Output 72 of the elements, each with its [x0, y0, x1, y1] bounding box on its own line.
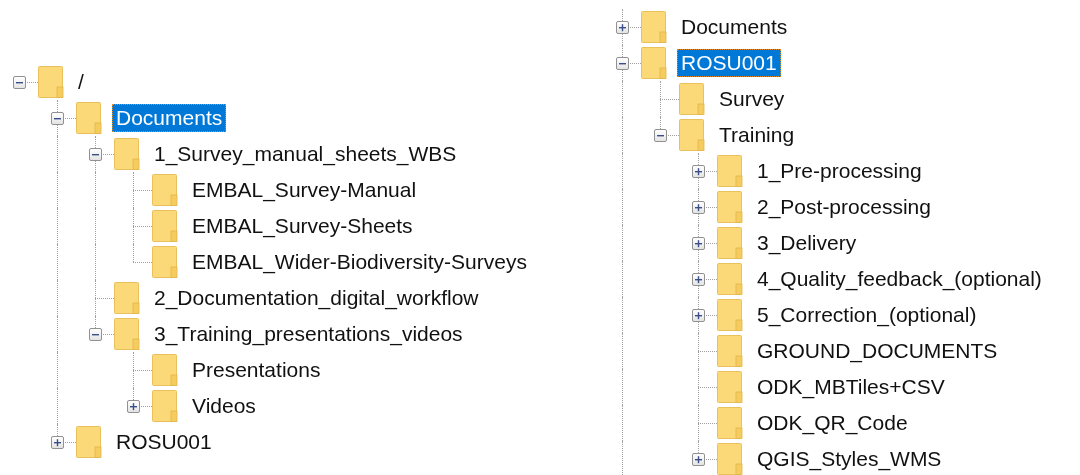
plus-icon	[693, 310, 703, 320]
folder-icon	[38, 66, 64, 98]
tree-item[interactable]: Training	[715, 121, 799, 149]
tree-item[interactable]: Videos	[188, 392, 260, 420]
plus-icon	[693, 238, 703, 248]
folder-icon	[152, 354, 178, 386]
tree-item[interactable]: ROSU001	[112, 428, 216, 456]
tree-item[interactable]: 1_Survey_manual_sheets_WBS	[150, 140, 461, 168]
tree-item[interactable]: EMBAL_Survey-Sheets	[188, 212, 417, 240]
collapse-button[interactable]	[88, 327, 102, 341]
tree-item[interactable]: /	[74, 68, 88, 96]
tree-item[interactable]: 5_Correction_(optional)	[753, 301, 981, 329]
folder-icon	[641, 47, 667, 79]
folder-icon	[114, 138, 140, 170]
folder-icon	[717, 227, 743, 259]
folder-icon	[717, 407, 743, 439]
collapse-button[interactable]	[653, 128, 667, 142]
plus-icon	[693, 166, 703, 176]
folder-icon	[717, 371, 743, 403]
folder-icon	[717, 443, 743, 475]
expand-button[interactable]	[691, 452, 705, 466]
tree-item[interactable]: 2_Documentation_digital_workflow	[150, 284, 483, 312]
collapse-button[interactable]	[12, 75, 26, 89]
folder-icon	[717, 155, 743, 187]
expand-button[interactable]	[691, 200, 705, 214]
folder-icon	[76, 426, 102, 458]
folder-icon	[114, 282, 140, 314]
folder-icon	[679, 119, 705, 151]
collapse-button[interactable]	[50, 111, 64, 125]
tree-item[interactable]: Survey	[715, 85, 789, 113]
folder-icon	[717, 263, 743, 295]
collapse-button[interactable]	[88, 147, 102, 161]
plus-icon	[617, 22, 627, 32]
tree-item[interactable]: 3_Training_presentations_videos	[150, 320, 467, 348]
folder-icon	[717, 299, 743, 331]
collapse-button[interactable]	[615, 56, 629, 70]
tree-item[interactable]: EMBAL_Wider-Biodiversity-Surveys	[188, 248, 531, 276]
folder-icon	[717, 191, 743, 223]
expand-button[interactable]	[691, 164, 705, 178]
tree-item[interactable]: ODK_QR_Code	[753, 409, 912, 437]
folder-icon	[152, 174, 178, 206]
folder-icon	[152, 246, 178, 278]
expand-button[interactable]	[615, 20, 629, 34]
folder-icon	[152, 210, 178, 242]
folder-icon	[717, 335, 743, 367]
tree-item[interactable]: ODK_MBTiles+CSV	[753, 373, 949, 401]
folder-icon	[76, 102, 102, 134]
plus-icon	[693, 274, 703, 284]
tree-item[interactable]: Documents	[112, 104, 227, 132]
folder-icon	[114, 318, 140, 350]
plus-icon	[693, 202, 703, 212]
expand-button[interactable]	[126, 399, 140, 413]
tree-item[interactable]: 4_Quality_feedback_(optional)	[753, 265, 1046, 293]
folder-icon	[641, 11, 667, 43]
tree-item[interactable]: 1_Pre-processing	[753, 157, 926, 185]
tree-item[interactable]: 2_Post-processing	[753, 193, 935, 221]
expand-button[interactable]	[691, 236, 705, 250]
expand-button[interactable]	[691, 308, 705, 322]
tree-item[interactable]: 3_Delivery	[753, 229, 861, 257]
tree-item[interactable]: EMBAL_Survey-Manual	[188, 176, 421, 204]
expand-button[interactable]	[50, 435, 64, 449]
folder-icon	[679, 83, 705, 115]
plus-icon	[693, 454, 703, 464]
plus-icon	[128, 401, 138, 411]
tree-item[interactable]: ROSU001	[677, 49, 781, 77]
plus-icon	[52, 437, 62, 447]
tree-item[interactable]: Documents	[677, 13, 792, 41]
expand-button[interactable]	[691, 272, 705, 286]
tree-item[interactable]: Presentations	[188, 356, 325, 384]
folder-icon	[152, 390, 178, 422]
tree-item[interactable]: QGIS_Styles_WMS	[753, 445, 946, 473]
tree-item[interactable]: GROUND_DOCUMENTS	[753, 337, 1002, 365]
